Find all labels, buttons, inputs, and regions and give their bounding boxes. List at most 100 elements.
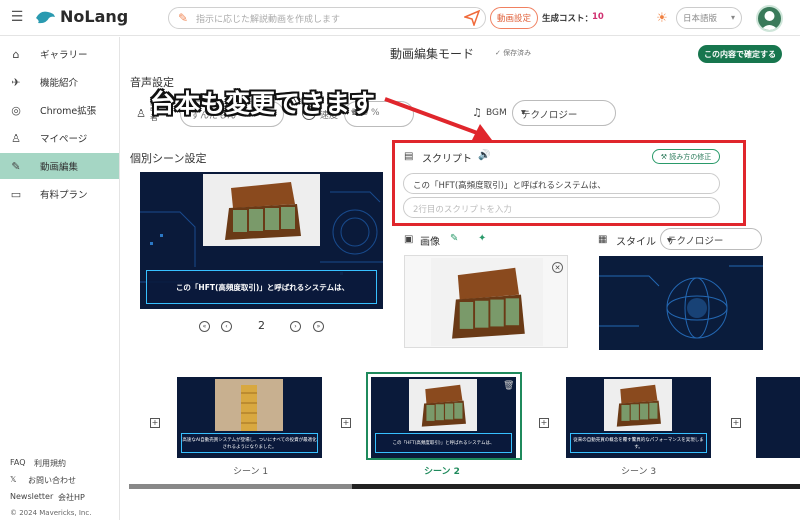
company-link[interactable]: 会社HP: [58, 492, 85, 503]
script-line-2-placeholder: 2行目のスクリプトを入力: [413, 205, 512, 215]
script-line-2-input[interactable]: 2行目のスクリプトを入力: [403, 197, 720, 218]
coins-icon: [241, 385, 257, 431]
scene-caption-box: 高速なAI自動売買システムが登場し、ついにすべての投資が最適化されるようになりま…: [181, 433, 318, 453]
app-name: NoLang: [60, 7, 129, 26]
style-label: スタイル: [616, 237, 656, 248]
chrome-icon: ◎: [11, 103, 21, 117]
globe-tech-icon: [599, 265, 763, 339]
scene-caption-box: 従来の自動売買の概念を覆す驚異的なパフォーマンスを実現します。: [570, 433, 707, 453]
sidebar-item-label: Chrome拡張: [40, 106, 97, 117]
sidebar-item-plans[interactable]: ▭ 有料プラン: [0, 181, 119, 207]
script-icon: ▤: [404, 151, 414, 162]
sidebar: ⌂ ギャラリー ✈ 機能紹介 ◎ Chrome拡張 ♙ マイページ ✎ 動画編集 ▭ 有料プ…: [0, 37, 120, 520]
sidebar-item-mypage[interactable]: ♙ マイページ: [0, 125, 119, 151]
fix-reading-button[interactable]: ⚒ 読み方の修正: [652, 149, 720, 164]
scene-label-3: シーン 3: [621, 467, 657, 477]
narrator-icon: ♙: [136, 106, 146, 120]
last-page-icon[interactable]: »: [313, 321, 324, 332]
annotation-callout: 台本も変更できます: [150, 89, 376, 118]
send-icon[interactable]: [464, 10, 480, 26]
scene-image-card[interactable]: [404, 255, 568, 348]
cost-value: 10: [592, 12, 604, 22]
scene-settings-heading: 個別シーン設定: [130, 152, 207, 165]
paperclip-icon[interactable]: ✎: [176, 11, 190, 25]
style-icon: ▦: [598, 234, 608, 245]
pencil-icon: ✎: [11, 159, 21, 173]
sidebar-item-label: 機能紹介: [40, 78, 79, 89]
rocket-icon: ✈: [11, 75, 21, 89]
preview-caption-box: この「HFT(高頻度取引)」と呼ばれるシステムは、: [146, 270, 377, 304]
script-line-1-value: この「HFT(高頻度取引)」と呼ばれるシステムは、: [413, 181, 606, 191]
scene-caption: 高速なAI自動売買システムが登場し、ついにすべての投資が最適化されるようになりま…: [182, 438, 317, 450]
scene-thumbnail-3[interactable]: 従来の自動売買の概念を覆す驚異的なパフォーマンスを実現します。: [566, 377, 711, 458]
saved-text: 保存済み: [503, 49, 532, 57]
wrench-icon: ⚒: [660, 152, 670, 161]
confirm-button[interactable]: この内容で確定する: [698, 45, 782, 63]
cost-label: 生成コスト：: [542, 14, 594, 24]
sun-icon[interactable]: ☀: [654, 10, 670, 26]
briefcase-money-icon: [452, 267, 525, 339]
speaker-icon[interactable]: 🔊: [478, 150, 490, 161]
newsletter-link[interactable]: Newsletter: [10, 492, 53, 501]
image-icon: ▣: [404, 234, 414, 245]
sidebar-item-label: 有料プラン: [40, 190, 88, 201]
magic-wand-icon[interactable]: ✦: [478, 233, 486, 244]
menu-icon[interactable]: ☰: [10, 9, 24, 25]
card-icon: ▭: [10, 187, 22, 201]
logo-icon: [36, 11, 55, 24]
user-icon: ♙: [11, 131, 21, 145]
trash-icon[interactable]: 🗑: [503, 381, 514, 391]
style-preview-image[interactable]: [599, 256, 763, 350]
home-icon: ⌂: [12, 47, 20, 61]
add-scene-button[interactable]: +: [731, 418, 741, 428]
chevron-down-icon: ▾: [521, 107, 526, 118]
briefcase-money-icon: [421, 384, 466, 427]
contact-link[interactable]: お問い合わせ: [28, 475, 76, 486]
avatar[interactable]: [756, 5, 783, 32]
scene-label-1: シーン 1: [233, 467, 269, 477]
bgm-select[interactable]: テクノロジー ▾: [512, 100, 616, 126]
briefcase-money-icon: [616, 384, 661, 427]
sidebar-item-video-edit[interactable]: ✎ 動画編集: [0, 153, 119, 179]
sidebar-item-chrome[interactable]: ◎ Chrome拡張: [0, 97, 119, 123]
style-select[interactable]: テクノロジー ▾: [660, 228, 762, 250]
sidebar-item-features[interactable]: ✈ 機能紹介: [0, 69, 119, 95]
coins-image: [215, 379, 283, 431]
close-icon[interactable]: ✕: [552, 262, 563, 273]
next-page-icon[interactable]: ›: [290, 321, 301, 332]
page-number: 2: [258, 319, 265, 332]
scene-thumbnail-1[interactable]: 高速なAI自動売買システムが登場し、ついにすべての投資が最適化されるようになりま…: [177, 377, 322, 458]
terms-link[interactable]: 利用規約: [34, 458, 66, 469]
sidebar-item-gallery[interactable]: ⌂ ギャラリー: [0, 41, 119, 67]
scene-preview: この「HFT(高頻度取引)」と呼ばれるシステムは、: [140, 172, 383, 309]
script-line-1-input[interactable]: この「HFT(高頻度取引)」と呼ばれるシステムは、: [403, 173, 720, 194]
image-label: 画像: [420, 237, 440, 248]
add-scene-button[interactable]: +: [150, 418, 160, 428]
scene-thumbnail-2[interactable]: この「HFT(高頻度取引)」と呼ばれるシステムは、: [371, 377, 516, 458]
scene-caption: この「HFT(高頻度取引)」と呼ばれるシステムは、: [392, 441, 495, 446]
briefcase-image: [409, 379, 477, 431]
video-settings-button[interactable]: 動画設定: [490, 7, 538, 29]
edit-icon[interactable]: ✎: [450, 233, 458, 244]
saved-status: ✓ 保存済み: [495, 49, 532, 57]
scene-thumbnail-4[interactable]: [756, 377, 800, 458]
language-select[interactable]: 日本語版 ▾: [676, 7, 742, 29]
prev-page-icon[interactable]: ‹: [221, 321, 232, 332]
x-icon[interactable]: 𝕏: [10, 475, 16, 484]
sidebar-item-label: 動画編集: [40, 162, 79, 173]
chevron-down-icon: ▾: [730, 13, 735, 22]
first-page-icon[interactable]: «: [199, 321, 210, 332]
language-value: 日本語版: [683, 14, 718, 24]
page-title: 動画編集モード: [390, 47, 475, 61]
faq-link[interactable]: FAQ: [10, 458, 26, 467]
briefcase-image: [431, 258, 543, 346]
add-scene-button[interactable]: +: [341, 418, 351, 428]
timeline-scrollbar-thumb[interactable]: [129, 484, 352, 489]
sidebar-item-label: ギャラリー: [40, 50, 88, 61]
briefcase-image: [604, 379, 672, 431]
sidebar-item-label: マイページ: [40, 134, 88, 145]
script-label: スクリプト: [422, 154, 472, 165]
copyright: © 2024 Mavericks, Inc.: [10, 509, 92, 517]
add-scene-button[interactable]: +: [539, 418, 549, 428]
chevron-down-icon: ▾: [667, 235, 672, 246]
